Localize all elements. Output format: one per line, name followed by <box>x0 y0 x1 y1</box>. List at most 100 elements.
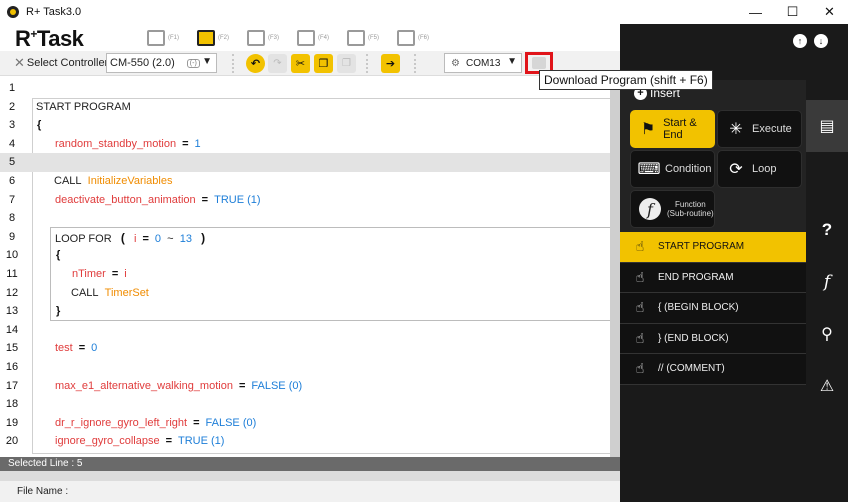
code-line[interactable]: 17 max_e1_alternative_walking_motion = FALS… <box>0 377 610 396</box>
gear-icon: ⚙ <box>451 57 460 69</box>
divider <box>366 54 368 73</box>
code-line[interactable]: 13} <box>0 302 610 321</box>
code-line[interactable]: 2 START PROGRAM <box>0 98 610 117</box>
search-icon: ⚲ <box>821 326 833 343</box>
warning-icon: ⚠ <box>819 378 835 395</box>
command-start-program[interactable]: ☝ START PROGRAM <box>620 232 806 263</box>
debug-monitor-icon <box>247 30 265 46</box>
tab-search[interactable]: ⚲ <box>806 308 848 360</box>
code-line[interactable]: 10{ <box>0 246 610 265</box>
command-list: ☝ START PROGRAM ☝ END PROGRAM ☝{ (BEGIN BL… <box>620 232 806 385</box>
download-icon[interactable]: ↓ <box>814 34 828 48</box>
paste-icon: ❐ <box>342 58 351 69</box>
maximize-button[interactable]: ☐ <box>774 0 811 24</box>
scissors-icon: ✂ <box>295 58 306 70</box>
exit-button[interactable]: ➔ <box>381 54 400 73</box>
app-logo: R+Task <box>15 26 84 51</box>
command-end-block[interactable]: ☝} (END BLOCK) <box>620 323 806 354</box>
download-tooltip: Download Program (shift + F6) <box>539 70 713 90</box>
tab-function[interactable]: f <box>806 256 848 308</box>
nav-clapper-button[interactable]: (F5) <box>345 27 393 49</box>
command-begin-block[interactable]: ☝{ (BEGIN BLOCK) <box>620 293 806 324</box>
chevron-down-icon: ▼ <box>507 56 517 67</box>
redo-icon: ↷ <box>273 58 282 69</box>
selected-line-status: Selected Line : 5 <box>0 457 620 471</box>
film-icon <box>297 30 315 46</box>
function-icon: f <box>823 272 831 292</box>
undo-icon: ↶ <box>250 58 261 70</box>
code-line[interactable]: 16 <box>0 358 610 377</box>
home-icon <box>147 30 165 46</box>
message-icon: ▤ <box>819 118 835 135</box>
top-nav: (F1) (F2) (F3) (F4) (F5) (F6) <box>145 27 443 49</box>
hand-pointer-icon: ☝ <box>635 238 645 255</box>
nav-task-button[interactable]: (F2) <box>195 27 243 49</box>
nav-download-button[interactable]: (F6) <box>395 27 443 49</box>
loop-icon: ⟳ <box>729 161 743 178</box>
editor-vertical-scrollbar[interactable] <box>610 76 620 457</box>
code-line[interactable]: 12 CALL TimerSet <box>0 284 610 303</box>
code-line[interactable]: 18 <box>0 395 610 414</box>
copy-button[interactable]: ❐ <box>314 54 333 73</box>
controller-select[interactable]: CM-550 (2.0) (-) ▼ <box>106 53 217 73</box>
redo-button[interactable]: ↷ <box>268 54 287 73</box>
nav-motion-button[interactable]: (F4) <box>295 27 343 49</box>
paste-button[interactable]: ❐ <box>337 54 356 73</box>
category-condition[interactable]: ⌨ Condition <box>630 150 715 188</box>
category-execute[interactable]: ✳ Execute <box>717 110 802 148</box>
command-comment[interactable]: ☝// (COMMENT) <box>620 354 806 385</box>
code-line[interactable]: 20 ignore_gyro_collapse = TRUE (1) <box>0 432 610 451</box>
download-program-icon <box>532 57 546 69</box>
category-start-end[interactable]: ⚑ Start & End <box>630 110 715 148</box>
code-line[interactable]: 8 <box>0 209 610 228</box>
code-line[interactable]: 3{ <box>0 116 610 135</box>
code-icon: ⌨ <box>637 161 661 178</box>
minimize-button[interactable]: — <box>737 0 774 24</box>
code-line[interactable]: 4 random_standby_motion = 1 <box>0 135 610 154</box>
code-line[interactable]: 11 nTimer = i <box>0 265 610 284</box>
category-function[interactable]: f Function (Sub-routine) <box>630 190 715 228</box>
title-bar: R+ Task3.0 — ☐ ✕ <box>0 0 848 24</box>
hand-pointer-icon: ☝ <box>635 299 645 316</box>
editor-horizontal-scrollbar[interactable] <box>0 471 620 481</box>
hand-pointer-icon: ☝ <box>635 329 645 346</box>
code-line[interactable]: 15 test = 0 <box>0 339 610 358</box>
port-select[interactable]: ⚙ COM13 ▼ <box>444 53 522 73</box>
function-icon: f <box>639 198 661 220</box>
undo-button[interactable]: ↶ <box>246 54 265 73</box>
tab-insert[interactable]: ▤ <box>806 100 848 152</box>
divider <box>414 54 416 73</box>
tab-help[interactable]: ? <box>806 204 848 256</box>
side-tabs: ▤ ? f ⚲ ⚠ <box>806 100 848 412</box>
hand-pointer-icon: ☝ <box>635 360 645 377</box>
tab-spacer <box>806 152 848 204</box>
file-name-label: File Name : <box>0 481 620 502</box>
monitor-icon <box>197 30 215 46</box>
download-icon <box>397 30 415 46</box>
nav-debug-button[interactable]: (F3) <box>245 27 293 49</box>
right-panel: ↑ ↓ + Insert ⚑ Start & End ✳ Execute ⌨ C… <box>620 24 848 502</box>
clapper-icon <box>347 30 365 46</box>
select-controller[interactable]: ✕ Select Controller <box>14 55 108 71</box>
controller-icon: ✕ <box>14 55 25 70</box>
cut-button[interactable]: ✂ <box>291 54 310 73</box>
code-line[interactable]: 14 <box>0 321 610 340</box>
code-line[interactable]: 1 <box>0 79 610 98</box>
copy-icon: ❐ <box>318 58 329 70</box>
code-line[interactable]: 6 CALL InitializeVariables <box>0 172 610 191</box>
chevron-down-icon: ▼ <box>202 56 212 67</box>
command-end-program[interactable]: ☝ END PROGRAM <box>620 262 806 293</box>
code-line[interactable]: 9 LOOP FOR ( i = 0 ~ 13 ) <box>0 228 610 247</box>
code-line[interactable]: 7 deactivate_button_animation = TRUE (1) <box>0 191 610 210</box>
spinner-icon: ✳ <box>729 121 743 138</box>
category-loop[interactable]: ⟳ Loop <box>717 150 802 188</box>
tab-warning[interactable]: ⚠ <box>806 360 848 412</box>
divider <box>232 54 234 73</box>
top-toolbar: R+Task (F1) (F2) (F3) (F4) (F5) (F6) <box>0 24 620 51</box>
code-line[interactable]: 19 dr_r_ignore_gyro_left_right = FALSE (0) <box>0 414 610 433</box>
code-line-selected[interactable]: 5 <box>0 153 610 172</box>
upload-icon[interactable]: ↑ <box>793 34 807 48</box>
close-button[interactable]: ✕ <box>811 0 848 24</box>
code-editor[interactable]: 1 2 START PROGRAM 3{ 4 random_standby_moti… <box>0 76 610 457</box>
nav-home-button[interactable]: (F1) <box>145 27 193 49</box>
